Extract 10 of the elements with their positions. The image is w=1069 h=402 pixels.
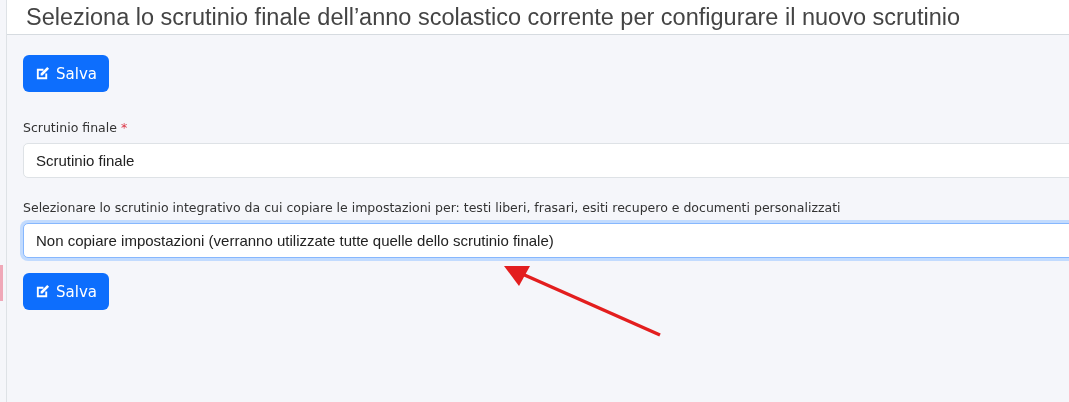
input-field[interactable]: Scrutinio finale	[23, 143, 1069, 178]
field-label: Scrutinio finale	[23, 120, 117, 135]
select-field[interactable]: Non copiare impostazioni (verranno utilizzate tutte quelle dello scrutinio finale)	[23, 223, 1069, 258]
edit-icon	[35, 284, 50, 299]
field-label: Selezionare lo scrutinio integrativo da cui copiare le impostazioni per: testi liberi, frasari, esiti recupero e documenti personalizzati	[23, 200, 841, 215]
page-title: Seleziona lo scrutinio finale dell’anno scolastico corrente per configurare il nuovo scrutinio	[26, 3, 960, 31]
required-mark: *	[120, 120, 128, 135]
save-button[interactable]: Salva	[23, 273, 109, 310]
edit-icon	[35, 66, 50, 81]
save-button[interactable]: Salva	[23, 55, 109, 92]
